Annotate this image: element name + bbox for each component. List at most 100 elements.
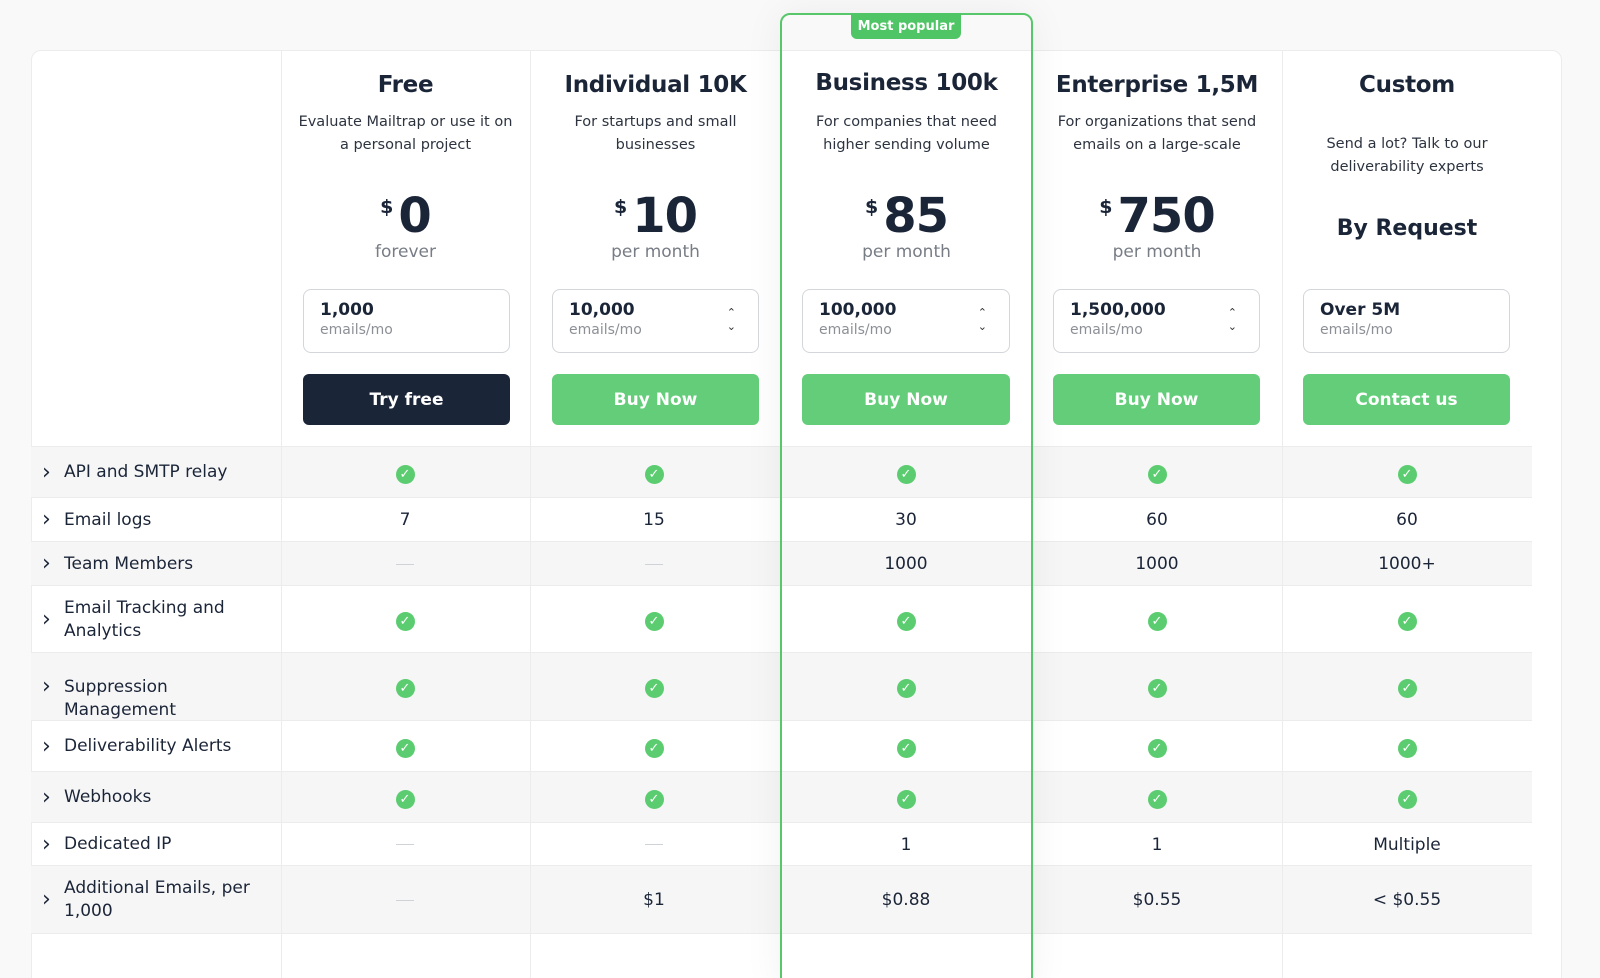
price-by-request: By Request [1336,216,1478,241]
price-period: per month [611,242,700,262]
plan-price: $0 [281,190,530,250]
check-circle-icon: ✓ [1327,608,1487,632]
chevron-right-icon[interactable]: › [42,676,51,698]
try-free-button[interactable]: Try free [303,374,510,425]
check-circle-icon: ✓ [1327,675,1487,699]
feature-value: Multiple [1373,834,1441,855]
volume-select[interactable]: 100,000 emails/mo ⌃ ⌄ [802,289,1010,353]
buy-now-button[interactable]: Buy Now [802,374,1010,425]
currency-symbol: $ [864,196,879,218]
feature-label: Email logs [64,509,152,530]
plan-header: Business 100k For companies that need hig… [781,50,1032,450]
check-circle-icon: ✓ [325,735,485,759]
feature-value: 1 [1151,834,1163,855]
feature-label: Suppression Management [64,676,176,720]
buy-now-button[interactable]: Buy Now [1053,374,1260,425]
check-circle-icon: ✓ [1077,735,1237,759]
feature-label: Additional Emails, per 1,000 [64,878,250,921]
feature-value: < $0.55 [1372,890,1442,910]
feature-label: Dedicated IP [64,834,172,854]
up-down-chevron-icon[interactable]: ⌃ ⌄ [1228,306,1237,334]
not-included-dash [574,552,734,576]
chevron-right-icon[interactable]: › [42,786,51,809]
chevron-right-icon[interactable]: › [42,509,51,531]
check-circle-icon: ✓ [574,461,734,485]
price-period: per month [862,242,951,262]
check-circle-icon: ✓ [325,786,485,810]
check-circle-icon: ✓ [325,461,485,485]
price-period: forever [375,242,436,262]
price-amount: 0 [398,188,431,244]
buy-now-button[interactable]: Buy Now [552,374,759,425]
plan-description: Evaluate Mailtrap or use it on a persona… [298,114,513,153]
volume-field: Over 5M emails/mo [1303,289,1510,353]
plan-description: For organizations that send emails on a … [1057,114,1257,153]
plan-price: $85 [781,190,1032,250]
plan-description: For startups and small businesses [574,114,737,153]
plan-name: Enterprise 1,5M [1055,72,1259,98]
feature-value: 1000 [1135,554,1179,574]
volume-unit: emails/mo [1320,322,1393,338]
feature-value: 60 [1146,510,1168,530]
plan-description: Send a lot? Talk to our deliverability e… [1326,136,1488,175]
chevron-right-icon[interactable]: › [42,833,51,856]
feature-label: Email Tracking and Analytics [64,597,225,641]
feature-label: Deliverability Alerts [64,736,232,756]
check-circle-icon: ✓ [1327,461,1487,485]
plan-header: Free Evaluate Mailtrap or use it on a per… [281,50,530,450]
price-amount: 85 [883,188,949,244]
currency-symbol: $ [1099,196,1113,218]
check-circle-icon: ✓ [574,786,734,810]
not-included-dash [325,552,485,576]
feature-label: API and SMTP relay [64,462,228,482]
feature-value: $0.55 [1132,890,1182,910]
most-popular-badge: Most popular [851,13,961,39]
chevron-right-icon[interactable]: › [42,461,51,484]
plan-header: Enterprise 1,5M For organizations that se… [1032,50,1282,450]
up-down-chevron-icon[interactable]: ⌃ ⌄ [978,306,987,334]
plan-price: $10 [530,190,781,250]
chevron-right-icon[interactable]: › [42,608,51,631]
not-included-dash [574,833,734,857]
feature-value: 15 [643,510,665,530]
volume-select[interactable]: 1,500,000 emails/mo ⌃ ⌄ [1053,289,1260,353]
chevron-right-icon[interactable]: › [42,735,51,758]
up-down-chevron-icon[interactable]: ⌃ ⌄ [727,306,736,334]
feature-value: 7 [399,510,411,530]
volume-value: 1,000 [320,300,374,320]
check-circle-icon: ✓ [1327,786,1487,810]
price-amount: 750 [1117,188,1216,244]
volume-value: Over 5M [1320,300,1401,320]
volume-field: 1,000 emails/mo [303,289,510,353]
contact-us-button[interactable]: Contact us [1303,374,1510,425]
plan-header: Custom Send a lot? Talk to our deliverabi… [1282,50,1532,450]
check-circle-icon: ✓ [1077,786,1237,810]
check-circle-icon: ✓ [325,608,485,632]
not-included-dash [325,833,485,857]
plan-header: Individual 10K For startups and small bus… [530,50,781,450]
feature-value: 1000+ [1378,554,1436,574]
check-circle-icon: ✓ [1327,735,1487,759]
currency-symbol: $ [613,196,628,218]
price-amount: 10 [632,188,698,244]
plan-name: Custom [1359,72,1455,98]
volume-select[interactable]: 10,000 emails/mo ⌃ ⌄ [552,289,759,353]
check-circle-icon: ✓ [574,608,734,632]
feature-value: 60 [1396,510,1418,530]
feature-value: $1 [643,890,665,910]
volume-unit: emails/mo [320,322,393,338]
plan-name: Business 100k [815,70,998,96]
plan-name: Free [377,72,434,98]
chevron-right-icon[interactable]: › [42,889,51,911]
feature-label: Team Members [64,553,194,574]
check-circle-icon: ✓ [325,675,485,699]
not-included-dash [325,888,485,912]
plan-description: For companies that need higher sending v… [816,114,997,153]
check-circle-icon: ✓ [1077,675,1237,699]
check-circle-icon: ✓ [1077,608,1237,632]
currency-symbol: $ [380,196,394,218]
chevron-right-icon[interactable]: › [42,553,51,575]
feature-label: Webhooks [64,787,152,807]
check-circle-icon: ✓ [1077,461,1237,485]
plan-price: $750 [1032,190,1282,250]
